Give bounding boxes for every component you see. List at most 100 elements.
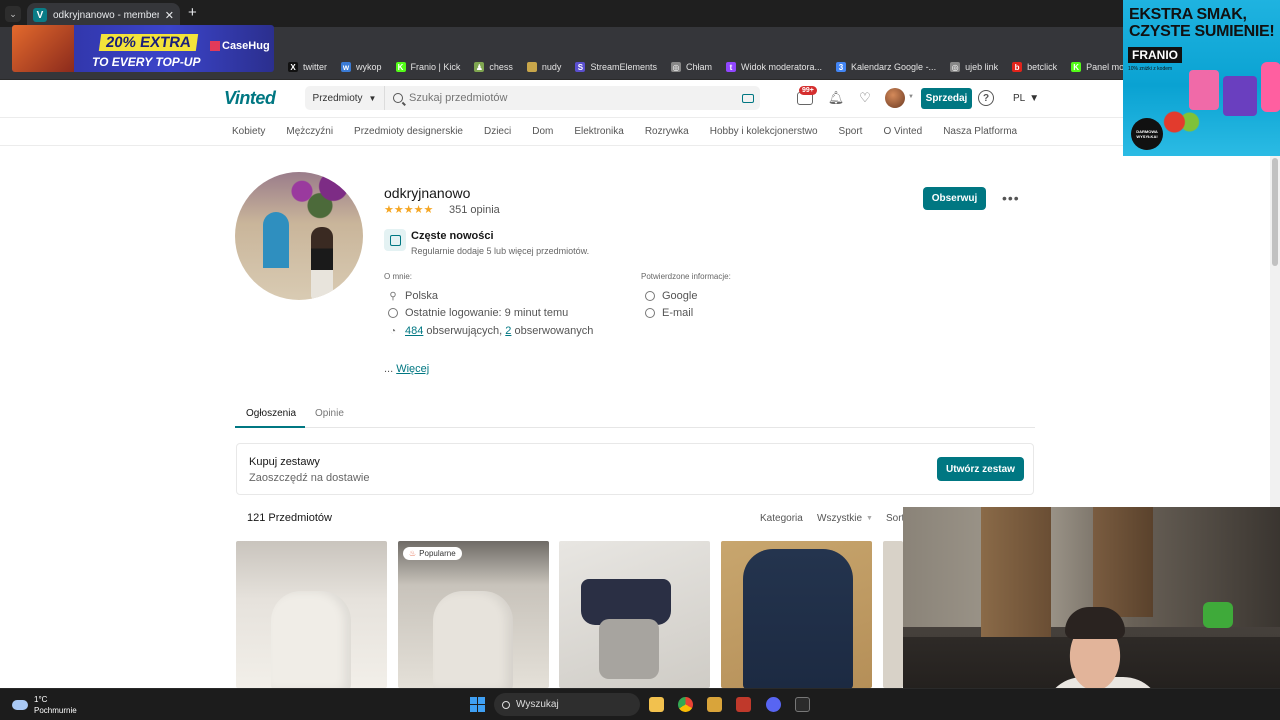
follow-button[interactable]: Obserwuj [923,187,986,210]
bookmark-label: Chłam [685,62,712,72]
app-icon[interactable] [707,697,722,712]
bookmark-label: Widok moderatora... [740,62,823,72]
chrome-icon[interactable] [678,697,693,712]
category-nav-item[interactable]: Sport [839,126,863,137]
bundle-subtitle: Zaoszczędź na dostawie [249,472,370,484]
webcam-object [1203,602,1233,628]
category-nav-item[interactable]: O Vinted [883,126,922,137]
wykop-icon: w [341,62,352,72]
language-select[interactable]: PL ▼ [1013,93,1039,104]
favorites-heart-icon[interactable]: ♡ [857,90,873,106]
tab-title: odkryjnanowo - member profile [53,9,159,21]
bookmark-item[interactable]: t Widok moderatora... [725,62,823,72]
discord-icon[interactable] [766,697,781,712]
more-prefix: ... [384,363,397,375]
item-card[interactable] [559,541,710,688]
weather-text: 1°C Pochmurnie [34,694,77,716]
bookmark-item[interactable]: nudy [526,62,562,72]
more-options-icon[interactable]: ••• [1002,190,1020,206]
bookmark-item[interactable]: 3 Kalendarz Google -... [836,62,936,72]
frequent-uploads-title: Częste nowości [411,230,494,242]
bookmark-item[interactable]: b betclick [1012,62,1057,72]
all-filter[interactable]: Wszystkie ▼ [817,513,873,524]
webcam-door [981,507,1051,657]
app-icon[interactable] [736,697,751,712]
bookmark-item[interactable]: w wykop [341,62,382,72]
product-cup-image [1223,76,1257,116]
category-nav-item[interactable]: Przedmioty designerskie [354,126,463,137]
item-card[interactable] [721,541,872,688]
bookmark-label: nudy [541,62,562,72]
item-card[interactable] [236,541,387,688]
bookmark-item[interactable]: K Franio | Kick [395,62,460,72]
browser-tab-active[interactable]: V odkryjnanowo - member profile ✕ [27,3,180,27]
terminal-icon[interactable] [795,697,810,712]
tab-reviews[interactable]: Opinie [315,408,344,419]
category-nav-item[interactable]: Hobby i kolekcjonerstwo [710,126,818,137]
streamelements-icon: S [575,62,586,72]
webcam-person-hair [1065,607,1125,639]
blue-door [263,212,289,268]
windows-start-icon[interactable] [470,697,485,712]
more-about-link[interactable]: Więcej [396,363,429,375]
notifications-bell-icon[interactable]: 🔔︎ [828,90,845,106]
bookmark-item[interactable]: Xtwitter [288,62,327,72]
casehug-logo-icon [210,41,220,51]
tab-list-button[interactable]: ⌄ [5,6,21,22]
vinted-header: Vinted Przedmioty ▼ 99+ 🔔︎ ♡ ▼ Sprzedaj … [0,80,1280,117]
sort-filter[interactable]: Sort [886,513,904,524]
product-bottle-image [1261,62,1280,112]
category-filter-label: Kategoria [760,513,803,524]
tab-listings[interactable]: Ogłoszenia [246,408,296,419]
chevron-down-icon[interactable]: ▼ [908,94,914,100]
taskbar-search[interactable]: Wyszukaj [494,693,640,716]
tab-close-icon[interactable]: ✕ [165,9,174,22]
bookmark-item[interactable]: S StreamElements [575,62,657,72]
search-input[interactable] [409,92,742,104]
ad-headline: EKSTRA SMAK, CZYSTE SUMIENIE! [1129,6,1275,40]
bookmark-item[interactable]: ◎ Chłam [670,62,712,72]
file-explorer-icon[interactable] [649,697,664,712]
new-tab-button[interactable]: + [188,4,197,21]
create-bundle-button[interactable]: Utwórz zestaw [937,457,1024,481]
category-nav-item[interactable]: Rozrywka [645,126,689,137]
user-avatar[interactable] [885,88,905,108]
item-card[interactable] [883,541,903,688]
category-nav-item[interactable]: Elektronika [574,126,623,137]
category-nav-item[interactable]: Nasza Platforma [943,126,1017,137]
profile-person [311,227,333,299]
sell-button[interactable]: Sprzedaj [921,88,972,109]
vinted-favicon: V [33,8,47,22]
popular-badge: ♨ Popularne [403,547,462,560]
category-filter[interactable]: Kategoria [760,513,803,524]
weather-widget[interactable]: 1°C Pochmurnie [12,694,77,716]
vinted-logo[interactable]: Vinted [224,88,276,109]
bookmark-label: StreamElements [590,62,657,72]
items-count: 121 Przedmiotów [247,512,332,524]
category-nav-item[interactable]: Kobiety [232,126,265,137]
category-nav-item[interactable]: Dzieci [484,126,511,137]
bookmark-item[interactable]: ♟ chess [474,62,513,72]
chevron-down-icon: ▼ [866,515,873,522]
windows-taskbar: 1°C Pochmurnie Wyszukaj [0,688,1280,720]
followers-link[interactable]: 484 [405,325,423,337]
more-about: ... Więcej [384,363,429,375]
profile-tabs: Ogłoszenia Opinie [235,402,1035,428]
camera-search-icon[interactable] [742,93,754,103]
bookmark-item[interactable]: ◎ ujeb link [950,62,998,72]
frequent-uploads-description: Regularnie dodaje 5 lub więcej przedmiot… [411,246,590,256]
help-icon[interactable]: ? [978,90,994,106]
item-card[interactable]: ♨ Popularne [398,541,549,688]
about-label: O mnie: [384,272,413,281]
category-nav-item[interactable]: Mężczyźni [286,126,333,137]
reviews-count[interactable]: 351 opinia [449,204,500,216]
frequent-uploads-icon [384,229,406,251]
language-label: PL [1013,93,1026,104]
scrollbar-thumb[interactable] [1272,158,1278,266]
category-nav-item[interactable]: Dom [532,126,553,137]
twitch-icon: t [725,62,736,72]
bundle-title: Kupuj zestawy [249,456,320,468]
last-login-row: Ostatnie logowanie: 9 minut temu [387,307,568,319]
search-category-select[interactable]: Przedmioty ▼ [305,86,385,110]
chevron-down-icon: ▼ [368,93,377,103]
